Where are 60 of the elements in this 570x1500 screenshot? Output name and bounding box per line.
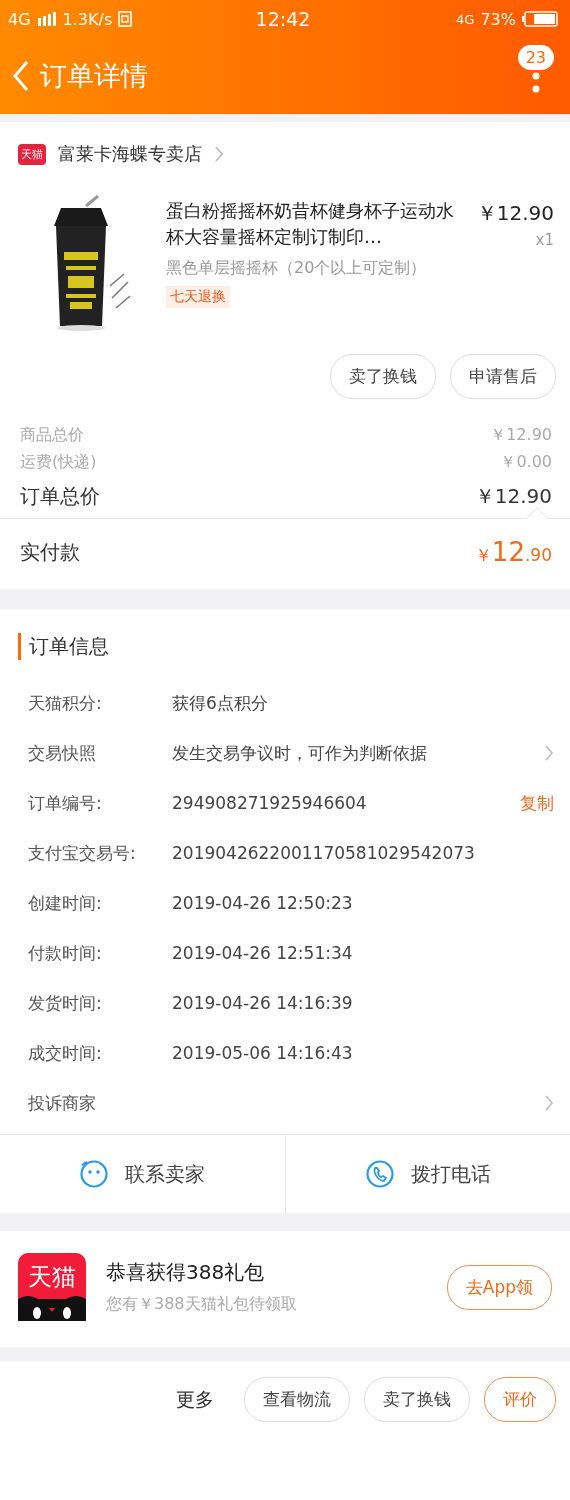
- price-value: ￥0.00: [500, 452, 552, 473]
- info-label: 付款时间:: [28, 941, 103, 965]
- info-value: 2019042622001170581029542073: [172, 843, 476, 863]
- action-button[interactable]: 查看物流: [244, 1377, 350, 1422]
- info-value: 2019-04-26 12:51:34: [172, 943, 354, 963]
- chat-face-icon[interactable]: [79, 1159, 110, 1189]
- section-title: 订单信息: [18, 633, 570, 660]
- info-label: 发货时间:: [28, 991, 103, 1015]
- info-label: 交易快照: [28, 741, 97, 765]
- return-policy-tag: 七天退换: [166, 286, 230, 308]
- battery-percent: 73%: [480, 9, 516, 29]
- info-label: 支付宝交易号:: [28, 841, 137, 865]
- signal-icon: [36, 12, 57, 26]
- promo-title: 恭喜获得388礼包: [106, 1259, 266, 1286]
- info-label: 订单编号:: [28, 791, 103, 815]
- price-value: ￥12.90: [490, 425, 552, 446]
- price-label: 运费(快递): [20, 452, 97, 473]
- app-icon-label: 天猫: [28, 1263, 76, 1291]
- clock: 12:42: [255, 8, 311, 30]
- action-button[interactable]: 申请售后: [450, 354, 556, 399]
- battery-icon: [522, 11, 558, 27]
- page-title: 订单详情: [40, 59, 149, 93]
- back-icon[interactable]: [12, 60, 30, 92]
- info-value: 2019-04-26 14:16:39: [172, 993, 354, 1013]
- price-label: 商品总价: [20, 425, 84, 446]
- chevron-right-icon[interactable]: [544, 744, 554, 762]
- info-value: 获得6点积分: [172, 691, 269, 715]
- product-price: ￥12.90: [476, 200, 554, 227]
- product-title[interactable]: 蛋白粉摇摇杯奶昔杯健身杯子运动水杯大容量摇杯定制订制印…: [166, 198, 460, 250]
- info-value: 2019-05-06 14:16:43: [172, 1043, 354, 1063]
- action-button[interactable]: 卖了换钱: [364, 1377, 470, 1422]
- network-speed: 1.3K/s: [62, 9, 113, 29]
- more-link[interactable]: 更多: [160, 1377, 230, 1423]
- info-label: 创建时间:: [28, 891, 103, 915]
- contact-button[interactable]: 联系卖家: [125, 1160, 206, 1188]
- price-value: ￥12.90: [474, 483, 552, 510]
- info-label: 天猫积分:: [28, 691, 103, 715]
- store-badge: 天猫: [18, 143, 46, 165]
- paid-amount: ￥12.90: [474, 537, 552, 567]
- store-name[interactable]: 富莱卡海蝶专卖店: [58, 142, 202, 166]
- action-button[interactable]: 卖了换钱: [330, 354, 436, 399]
- chevron-right-icon[interactable]: [544, 1094, 554, 1112]
- info-value: 2019-04-26 12:50:23: [172, 893, 354, 913]
- info-label: 投诉商家: [28, 1091, 97, 1115]
- promo-subtitle: 您有￥388天猫礼包待领取: [106, 1294, 298, 1315]
- network-label: 4G: [456, 11, 475, 27]
- chevron-right-icon[interactable]: [214, 145, 224, 163]
- sim-icon: [118, 11, 133, 27]
- phone-icon[interactable]: [364, 1159, 395, 1189]
- product-quantity: x1: [535, 231, 554, 249]
- info-value: 294908271925946604: [172, 793, 368, 813]
- info-label: 成交时间:: [28, 1041, 103, 1065]
- notification-badge: 23: [517, 44, 554, 70]
- network-label: 4G: [8, 9, 31, 29]
- contact-button[interactable]: 拨打电话: [410, 1160, 491, 1188]
- info-value: 发生交易争议时，可作为判断依据: [172, 741, 428, 765]
- product-variant: 黑色单层摇摇杯（20个以上可定制）: [166, 257, 427, 279]
- more-icon[interactable]: [531, 71, 540, 94]
- price-label: 订单总价: [20, 483, 100, 510]
- paid-label: 实付款: [20, 538, 80, 566]
